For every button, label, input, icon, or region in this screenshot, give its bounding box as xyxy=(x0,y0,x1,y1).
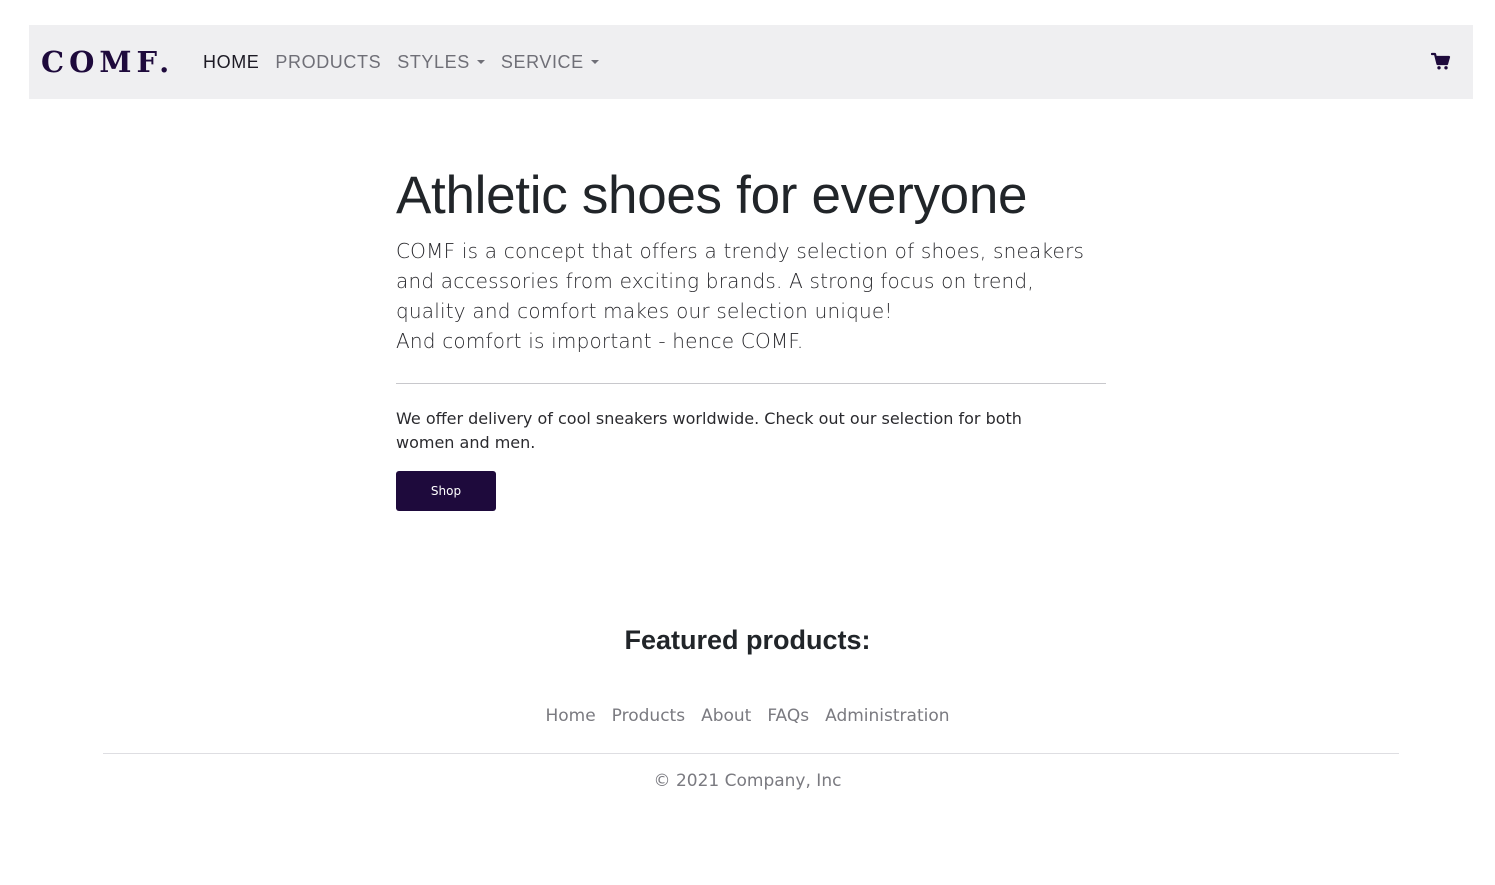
footer-link-faqs[interactable]: FAQs xyxy=(759,703,817,729)
featured-products-heading: Featured products: xyxy=(624,625,871,655)
hero-lead-line: and accessories from exciting brands. A … xyxy=(396,269,1034,293)
footer-link-about[interactable]: About xyxy=(693,703,759,729)
nav-links: HOME PRODUCTS STYLES SERVICE xyxy=(195,25,607,99)
hero-lead-line: And comfort is important - hence COMF. xyxy=(396,329,804,353)
shop-button[interactable]: Shop xyxy=(396,471,496,511)
nav-link-home-label: HOME xyxy=(203,51,260,72)
nav-dropdown-service-label: SERVICE xyxy=(500,51,584,72)
hero-subtext: We offer delivery of cool sneakers world… xyxy=(396,409,1022,452)
nav-link-products[interactable]: PRODUCTS xyxy=(267,52,389,73)
nav-link-home[interactable]: HOME xyxy=(195,52,267,73)
caret-down-icon xyxy=(590,60,599,64)
hero-divider xyxy=(396,383,1106,384)
hero-title: Athletic shoes for everyone xyxy=(396,166,1028,225)
hero-lead-line: COMF is a concept that offers a trendy s… xyxy=(396,239,1085,263)
caret-down-icon xyxy=(476,60,485,64)
nav-link-products-label: PRODUCTS xyxy=(275,51,382,72)
hero-section: Athletic shoes for everyone COMF is a co… xyxy=(396,160,1106,511)
hero-lead-line: quality and comfort makes our selection … xyxy=(396,299,893,323)
shopping-cart-icon[interactable] xyxy=(1430,51,1451,71)
footer-link-administration[interactable]: Administration xyxy=(817,703,957,729)
nav-dropdown-styles[interactable]: STYLES xyxy=(389,52,493,73)
nav-dropdown-service[interactable]: SERVICE xyxy=(493,52,607,73)
copyright-text: © 2021 Company, Inc xyxy=(653,771,842,791)
nav-dropdown-styles-label: STYLES xyxy=(397,51,470,72)
footer-link-home[interactable]: Home xyxy=(537,703,603,729)
hero-lead: COMF is a concept that offers a trendy s… xyxy=(396,236,1106,356)
footer-nav: Home Products About FAQs Administration xyxy=(0,703,1495,729)
footer-divider xyxy=(103,753,1399,754)
footer-link-products[interactable]: Products xyxy=(604,703,693,729)
navbar: COMF. HOME PRODUCTS STYLES SERVICE xyxy=(29,25,1473,99)
brand-logo[interactable]: COMF. xyxy=(41,43,174,81)
